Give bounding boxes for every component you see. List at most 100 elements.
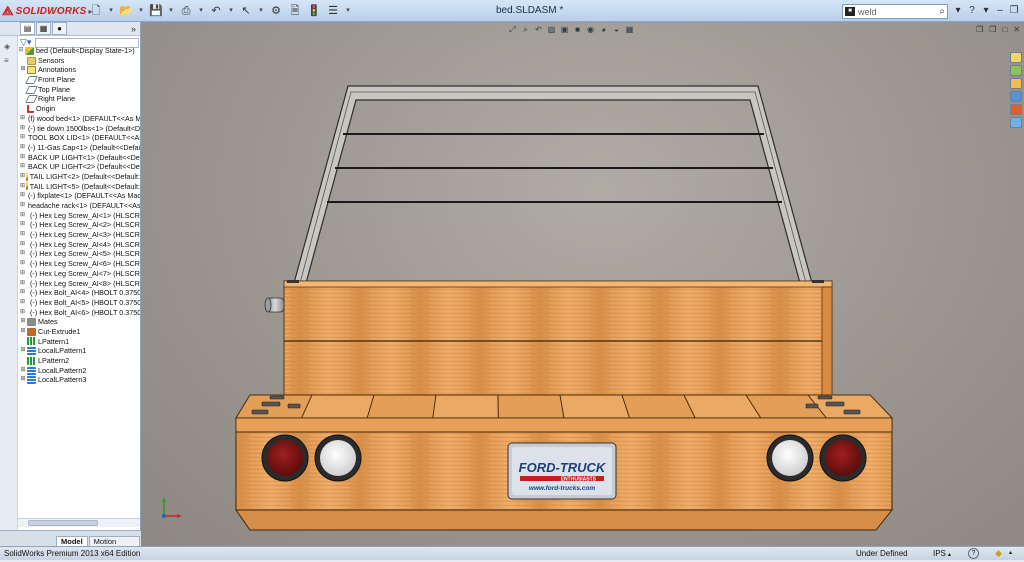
expand-icon[interactable]: ⊞ (20, 124, 25, 134)
edit-appearance-icon[interactable]: ◕ (598, 24, 609, 35)
tree-item[interactable]: ⊞ LocalLPattern1 (18, 346, 140, 356)
gas-cap[interactable] (264, 297, 285, 313)
tree-item[interactable]: ⊞ Cut-Extrude1 (18, 327, 140, 337)
open-folder-icon[interactable]: 📂 (118, 3, 134, 19)
right-backup-light[interactable] (766, 434, 814, 482)
tree-item[interactable]: Front Plane (18, 75, 140, 85)
tree-item[interactable]: ⊞ (-) Hex Leg Screw_AI<2> (HLSCREV (18, 220, 140, 230)
expand-icon[interactable]: ⊞ (20, 240, 25, 250)
new-dropdown-icon[interactable]: ▾ (107, 3, 115, 19)
doc-minimize-icon[interactable]: ❐ (976, 25, 983, 34)
zoom-area-icon[interactable]: ⌕ (520, 24, 531, 35)
left-backup-light[interactable] (314, 434, 362, 482)
tree-item[interactable]: ⊞ (-) Hex Leg Screw_AI<1> (HLSCREV (18, 211, 140, 221)
tree-item[interactable]: ⊞ (-) Hex Leg Screw_AI<8> (HLSCREV (18, 279, 140, 289)
tab-model[interactable]: Model (56, 536, 88, 546)
previous-view-icon[interactable]: ↶ (533, 24, 544, 35)
tree-item[interactable]: ⊞ (-) 11-Gas Cap<1> (Default<<Defau (18, 143, 140, 153)
expand-icon[interactable]: ⊞ (20, 366, 26, 376)
expand-icon[interactable]: ⊞ (20, 298, 25, 308)
search-input[interactable] (858, 6, 928, 17)
view-settings-icon[interactable]: ▦ (624, 24, 635, 35)
expand-icon[interactable]: ⊞ (20, 153, 25, 163)
expand-icon[interactable]: ⊞ (20, 288, 25, 298)
display-style-icon[interactable]: ■ (572, 24, 583, 35)
tree-item[interactable]: ⊞ BACK UP LIGHT<1> (Default<<Def (18, 153, 140, 163)
expand-icon[interactable]: ⊞ (20, 191, 25, 201)
tree-item[interactable]: Top Plane (18, 85, 140, 95)
doc-close-icon[interactable]: ✕ (1013, 25, 1020, 34)
tree-item[interactable]: Right Plane (18, 94, 140, 104)
right-tail-light[interactable] (819, 434, 867, 482)
expand-icon[interactable]: ⊞ (20, 346, 26, 356)
horizontal-scrollbar[interactable] (18, 518, 140, 527)
config-manager-tab[interactable]: ● (52, 22, 67, 35)
expand-icon[interactable]: ⊞ (20, 211, 25, 221)
doc-restore-icon[interactable]: ❒ (989, 25, 996, 34)
pin-icon[interactable]: ◈ (4, 42, 14, 52)
left-tail-light[interactable] (261, 434, 309, 482)
tree-item[interactable]: ⊞ TAIL LIGHT<2> (Default<<Default: (18, 172, 140, 182)
expand-icon[interactable]: ⊞ (20, 201, 25, 211)
tree-item[interactable]: Sensors (18, 56, 140, 66)
options-dropdown-icon[interactable]: ▾ (344, 3, 352, 19)
status-expand-icon[interactable]: ▴ (1009, 547, 1012, 560)
view-palette-icon[interactable] (1010, 91, 1022, 102)
expand-panel-icon[interactable]: » (131, 24, 136, 34)
tree-item[interactable]: ⊞ (-) Hex Bolt_AI<6> (HBOLT 0.3750- (18, 308, 140, 318)
deck-slat[interactable] (366, 394, 437, 419)
tree-item[interactable]: ⊞ (-) Hex Leg Screw_AI<3> (HLSCREV (18, 230, 140, 240)
tree-item[interactable]: ⊞ LocalLPattern2 (18, 366, 140, 376)
tool-box[interactable] (283, 280, 833, 396)
tree-item[interactable]: ⊞ (-) Hex Leg Screw_AI<5> (HLSCREV (18, 249, 140, 259)
tree-item[interactable]: ⊞ (-) Hex Leg Screw_AI<6> (HLSCREV (18, 259, 140, 269)
expand-icon[interactable]: ⊞ (20, 308, 25, 318)
graphics-area[interactable]: FORD-TRUCK ENTHUSIASTS www.ford-trucks.c… (141, 22, 1024, 546)
solidworks-logo[interactable]: ⟁ SOLIDWORKS ▸ (2, 3, 93, 19)
tree-item[interactable]: ⊞ TAIL LIGHT<5> (Default<<Default: (18, 182, 140, 192)
file-properties-icon[interactable]: 🗎 (287, 3, 303, 19)
deck-slat[interactable] (432, 394, 499, 419)
status-help-icon[interactable]: ? (968, 548, 979, 559)
expand-icon[interactable]: ⊞ (20, 279, 25, 289)
tree-item[interactable]: ⊞ (-) Hex Leg Screw_AI<4> (HLSCREV (18, 240, 140, 250)
tree-item[interactable]: LPattern1 (18, 337, 140, 347)
deck-slat[interactable] (559, 394, 631, 419)
restore-icon[interactable]: ❐ (1008, 4, 1020, 18)
custom-properties-icon[interactable] (1010, 117, 1022, 128)
expand-icon[interactable]: ⊞ (20, 249, 25, 259)
tree-item[interactable]: Origin (18, 104, 140, 114)
apply-scene-icon[interactable]: ◒ (611, 24, 622, 35)
expand-icon[interactable]: ⊞ (20, 182, 25, 192)
design-library-icon[interactable] (1010, 65, 1022, 76)
print-dropdown-icon[interactable]: ▾ (197, 3, 205, 19)
help-icon[interactable]: ? (966, 4, 978, 18)
doc-maximize-icon[interactable]: □ (1002, 25, 1007, 34)
expand-icon[interactable]: ⊞ (20, 143, 25, 153)
tree-item[interactable]: ⊞ TOOL BOX LID<1> (DEFAULT<<As M (18, 133, 140, 143)
search-dropdown-icon[interactable]: ▾ (952, 4, 964, 18)
expand-icon[interactable]: ⊞ (20, 220, 25, 230)
deck-slat[interactable] (497, 394, 565, 419)
new-document-icon[interactable]: 🗋 (88, 3, 104, 19)
expand-icon[interactable]: ⊞ (20, 172, 25, 182)
headache-rack[interactable] (293, 85, 813, 284)
tree-item[interactable]: ⊞ (f) wood bed<1> (DEFAULT<<As M (18, 114, 140, 124)
list-icon[interactable]: ≡ (4, 56, 14, 66)
tree-item[interactable]: ⊞ headache rack<1> (DEFAULT<<As N (18, 201, 140, 211)
search-box[interactable]: ■ ⌕ (842, 4, 948, 19)
tree-item[interactable]: ⊞ Annotations (18, 65, 140, 75)
file-explorer-icon[interactable] (1010, 78, 1022, 89)
search-icon[interactable]: ⌕ (939, 6, 945, 17)
expand-icon[interactable]: ⊞ (20, 259, 25, 269)
expand-icon[interactable]: ⊞ (20, 65, 26, 75)
scrollbar-thumb[interactable] (28, 520, 98, 526)
print-icon[interactable]: ⎙ (178, 3, 194, 19)
expand-icon[interactable]: ⊞ (20, 162, 25, 172)
deck-slat[interactable] (300, 394, 375, 419)
deck-slat[interactable] (621, 394, 696, 419)
search-scope-icon[interactable]: ■ (845, 7, 855, 16)
select-pointer-icon[interactable]: ↖ (238, 3, 254, 19)
tree-item[interactable]: ⊞ (-) tie down 1500lbs<1> (Default<D (18, 124, 140, 134)
truck-bed-model[interactable]: FORD-TRUCK ENTHUSIASTS www.ford-trucks.c… (141, 22, 1024, 546)
